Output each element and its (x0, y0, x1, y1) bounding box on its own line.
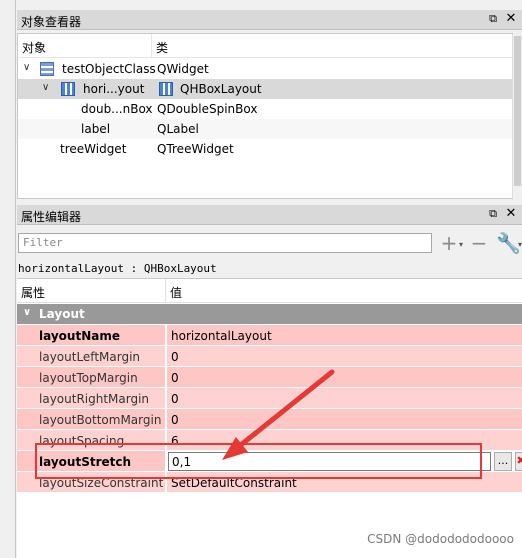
add-dynamic-property-button[interactable]: + ▾ (437, 231, 463, 255)
column-value[interactable]: 值 (170, 284, 182, 301)
tree-item-class: QHBoxLayout (180, 82, 262, 96)
property-row-layoutbottommargin[interactable]: layoutBottomMargin 0 (17, 409, 522, 430)
property-editor-title: 属性编辑器 (21, 210, 82, 224)
plus-icon: + (440, 231, 458, 255)
column-object[interactable]: 对象 (22, 39, 46, 56)
float-icon[interactable]: ⧉ (486, 207, 500, 221)
group-label: Layout (39, 307, 85, 321)
tree-row-label[interactable]: label QLabel (18, 119, 512, 139)
tree-header: 对象 类 (18, 34, 512, 58)
property-value[interactable]: 0 (166, 388, 522, 409)
property-name: layoutRightMargin (17, 388, 165, 409)
column-separator (151, 34, 152, 58)
filter-input[interactable]: Filter (18, 233, 432, 253)
property-row-layoutname[interactable]: layoutName horizontalLayout (17, 325, 522, 346)
property-editor-title-bar: 属性编辑器 ⧉ ✕ (17, 205, 522, 225)
float-icon[interactable]: ⧉ (486, 12, 500, 26)
left-dock-bar (0, 0, 16, 558)
column-property[interactable]: 属性 (21, 284, 45, 301)
tree-item-name: doub...nBox (81, 102, 153, 116)
property-value[interactable]: horizontalLayout (166, 325, 522, 346)
object-inspector-title: 对象查看器 (21, 15, 82, 29)
property-group-layout[interactable]: ∨ Layout (17, 304, 522, 324)
tree-item-name: testObjectClass (62, 62, 156, 76)
tree-item-class: QDoubleSpinBox (157, 102, 258, 116)
column-separator (165, 279, 166, 303)
expand-arrow-icon[interactable]: ∨ (23, 62, 30, 73)
minus-icon: − (470, 231, 488, 255)
reset-icon[interactable]: ✖ (515, 452, 522, 471)
property-name: layoutBottomMargin (17, 409, 165, 430)
property-value[interactable]: 0 (166, 346, 522, 367)
property-table[interactable]: 属性 值 ∨ Layout layoutName horizontalLayou… (17, 278, 522, 558)
hbox-layout-icon (61, 82, 75, 96)
remove-dynamic-property-button[interactable]: − (467, 232, 491, 254)
filter-placeholder: Filter (23, 236, 63, 249)
hbox-layout-icon (159, 82, 173, 96)
highlight-box (35, 443, 482, 479)
dropdown-arrow-icon: ▾ (517, 240, 522, 249)
tree-item-class: QLabel (157, 122, 199, 136)
property-row-layouttopmargin[interactable]: layoutTopMargin 0 (17, 367, 522, 388)
property-row-layoutleftmargin[interactable]: layoutLeftMargin 0 (17, 346, 522, 367)
property-table-header: 属性 值 (17, 279, 522, 303)
expand-arrow-icon[interactable]: ∨ (42, 82, 49, 93)
tree-row-treewidget[interactable]: treeWidget QTreeWidget (18, 139, 512, 159)
tree-item-class: QWidget (157, 62, 209, 76)
property-name: layoutLeftMargin (17, 346, 165, 367)
property-value[interactable]: 0 (166, 409, 522, 430)
tree-row-horizontallayout[interactable]: ∨ hori...yout QHBoxLayout (18, 79, 512, 99)
close-icon[interactable]: ✕ (504, 12, 518, 26)
class-icon (40, 62, 54, 76)
tree-item-class: QTreeWidget (157, 142, 234, 156)
watermark: CSDN @dododododoooo (367, 532, 514, 546)
tree-item-name: hori...yout (83, 82, 145, 96)
tree-item-name: treeWidget (60, 142, 127, 156)
close-icon[interactable]: ✕ (504, 207, 518, 221)
column-class[interactable]: 类 (156, 39, 168, 56)
collapse-arrow-icon[interactable]: ∨ (23, 307, 31, 318)
property-value[interactable]: 0 (166, 367, 522, 388)
tree-row-doublespinbox[interactable]: doub...nBox QDoubleSpinBox (18, 99, 512, 119)
object-tree[interactable]: 对象 类 ∨ testObjectClass QWidget ∨ hori...… (17, 33, 522, 200)
object-inspector-title-bar: 对象查看器 ⧉ ✕ (17, 10, 522, 30)
tree-row-testobjectclass[interactable]: ∨ testObjectClass QWidget (18, 59, 512, 79)
tree-item-name: label (81, 122, 111, 136)
ellipsis-button[interactable]: ... (494, 452, 512, 471)
scrollbar-thumb[interactable] (514, 36, 521, 186)
property-name: layoutName (17, 325, 165, 346)
vertical-scrollbar[interactable] (512, 34, 522, 200)
property-row-layoutrightmargin[interactable]: layoutRightMargin 0 (17, 388, 522, 409)
dropdown-arrow-icon: ▾ (458, 240, 463, 249)
selected-object-class: horizontalLayout : QHBoxLayout (18, 262, 217, 275)
configure-button[interactable]: 🔧 ▾ (496, 232, 522, 254)
property-name: layoutTopMargin (17, 367, 165, 388)
